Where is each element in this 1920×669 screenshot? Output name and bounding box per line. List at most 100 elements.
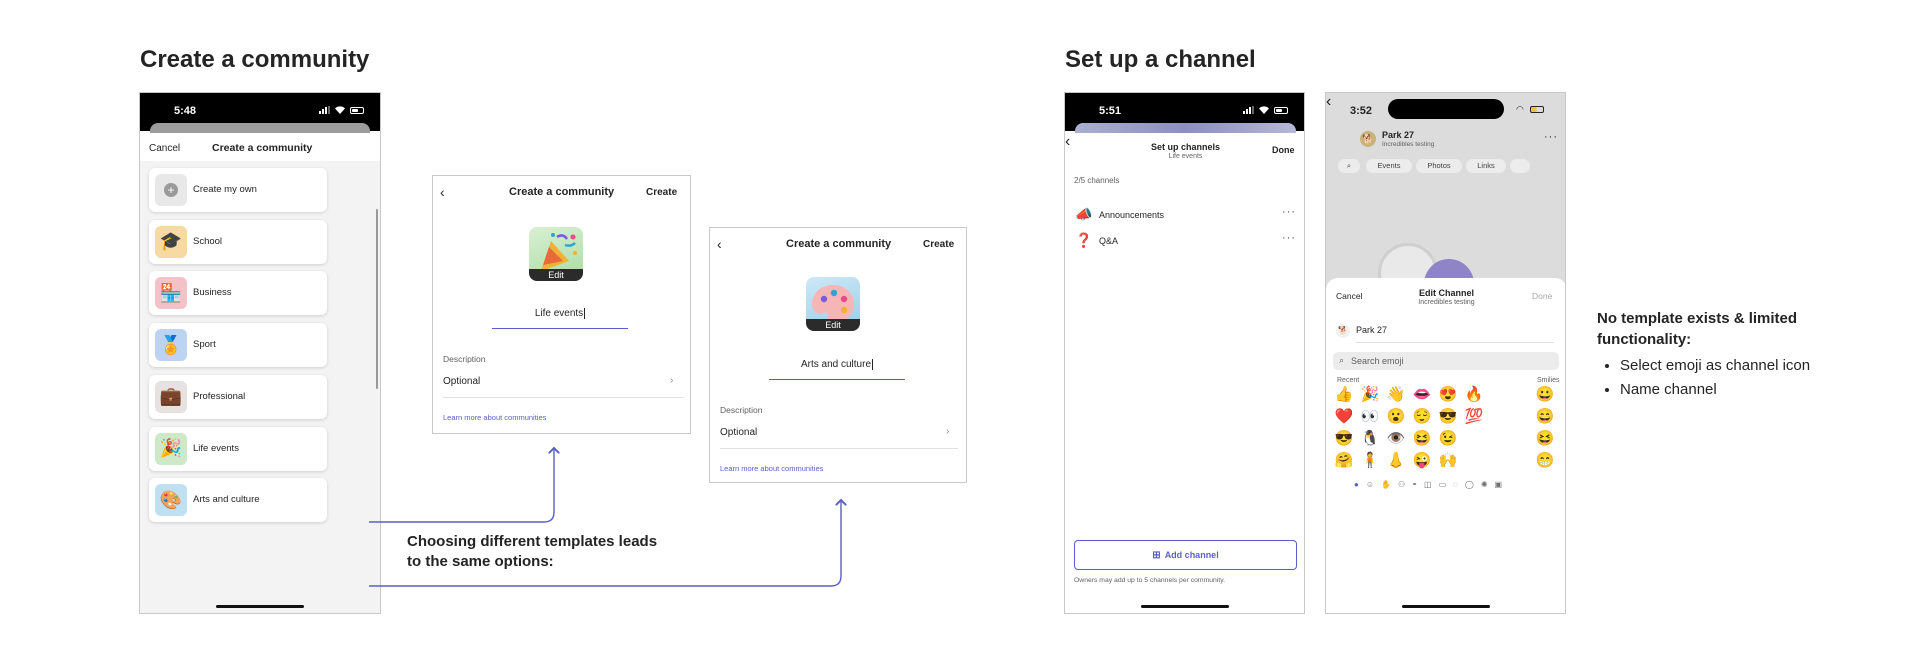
home-indicator	[1402, 605, 1490, 608]
edit-label[interactable]: Edit	[806, 319, 860, 331]
activity-category-icon[interactable]: ◌	[1453, 480, 1458, 489]
divider	[1356, 342, 1554, 343]
emoji-search-input[interactable]: ⌕ Search emoji	[1333, 352, 1559, 370]
search-icon: ⌕	[1339, 355, 1345, 365]
emoji-button[interactable]: 🔥	[1461, 384, 1487, 406]
emoji-category-bar: ● ☺ ✋ ⚇ ◓ ◫ ▭ ◌ ◯ ✺ ▣	[1354, 480, 1502, 489]
panel-title: Create a community	[509, 186, 615, 198]
name-field-underline	[769, 379, 905, 380]
community-name-field[interactable]: Life events	[492, 308, 628, 319]
more-options-icon[interactable]: ···	[1282, 206, 1296, 218]
object-category-icon[interactable]: ◯	[1465, 480, 1474, 489]
signal-icon	[1243, 106, 1254, 114]
group-subtitle: Incredibles testing	[1382, 141, 1435, 148]
home-indicator	[1141, 605, 1229, 608]
back-arrow-icon[interactable]: ‹	[440, 185, 445, 199]
emoji-button[interactable]: 😜	[1409, 450, 1435, 472]
emoji-button[interactable]: 😆	[1532, 428, 1558, 450]
caption-line-1: Choosing different templates leads	[407, 533, 658, 550]
flag-category-icon[interactable]: ▣	[1495, 480, 1503, 489]
divider	[443, 397, 683, 398]
emoji-button[interactable]: 🧍	[1357, 450, 1383, 472]
done-button[interactable]: Done	[1272, 145, 1295, 155]
emoji-button[interactable]: 🎉	[1357, 384, 1383, 406]
emoji-button[interactable]: 👀	[1357, 406, 1383, 428]
group-name: Park 27	[1382, 130, 1415, 140]
emoji-button[interactable]: 😎	[1435, 406, 1461, 428]
emoji-button[interactable]: 😌	[1409, 406, 1435, 428]
emoji-button[interactable]: ❤️	[1331, 406, 1357, 428]
emoji-button[interactable]: 👃	[1383, 450, 1409, 472]
learn-more-link[interactable]: Learn more about communities	[443, 413, 546, 422]
community-avatar[interactable]: Edit	[806, 277, 860, 331]
emoji-button	[1461, 428, 1487, 450]
travel-category-icon[interactable]: ▭	[1439, 480, 1447, 489]
recent-category-icon[interactable]: ●	[1354, 480, 1359, 489]
tab-events[interactable]: Events	[1366, 159, 1412, 173]
channel-name: Q&A	[1099, 236, 1119, 246]
people-category-icon[interactable]: ⚇	[1398, 480, 1405, 489]
emoji-button[interactable]: 😮	[1383, 406, 1409, 428]
community-name-field[interactable]: Arts and culture	[769, 359, 905, 370]
emoji-button[interactable]: 😄	[1532, 406, 1558, 428]
add-channel-icon: ⊞	[1152, 550, 1161, 561]
channel-row[interactable]: 📣 Announcements ···	[1065, 202, 1304, 228]
panel-arts-culture: ‹ Create a community Create Edit Arts an…	[709, 227, 967, 483]
tab-files[interactable]	[1510, 159, 1530, 173]
back-arrow-icon[interactable]: ‹	[717, 237, 722, 251]
back-arrow-icon[interactable]: ‹	[1065, 133, 1070, 150]
caption-line-2: to the same options:	[407, 553, 554, 570]
emoji-button[interactable]: 🐧	[1357, 428, 1383, 450]
description-field[interactable]: Optional	[443, 376, 480, 387]
emoji-button[interactable]: 😎	[1331, 428, 1357, 450]
tab-links[interactable]: Links	[1466, 159, 1506, 173]
emoji-button[interactable]: 🤗	[1331, 450, 1357, 472]
more-options-icon[interactable]: ···	[1544, 131, 1558, 143]
smilies-category-icon[interactable]: ☺	[1366, 480, 1374, 489]
animal-category-icon[interactable]: ◓	[1412, 480, 1417, 489]
search-placeholder: Search emoji	[1351, 356, 1404, 366]
search-pill[interactable]: ⌕	[1338, 159, 1360, 173]
emoji-button[interactable]: 👄	[1409, 384, 1435, 406]
dynamic-island	[1388, 99, 1504, 119]
wifi-icon: ◠	[1516, 104, 1524, 114]
symbol-category-icon[interactable]: ✺	[1481, 480, 1488, 489]
channel-name-field[interactable]: Park 27	[1356, 325, 1387, 335]
emoji-button[interactable]: 😉	[1435, 428, 1461, 450]
channels-sheet: ‹ Set up channels Life events Done 2/5 c…	[1065, 133, 1304, 613]
emoji-button[interactable]: 💯	[1461, 406, 1487, 428]
emoji-button	[1461, 450, 1487, 472]
food-category-icon[interactable]: ◫	[1424, 480, 1432, 489]
create-button[interactable]: Create	[923, 239, 954, 250]
caption: Choosing different templates leads to th…	[407, 532, 657, 572]
emoji-button[interactable]: 👁️	[1383, 428, 1409, 450]
name-field-underline	[492, 328, 628, 329]
emoji-button[interactable]: 👍	[1331, 384, 1357, 406]
notes-title: No template exists & limited functionali…	[1597, 308, 1797, 350]
done-button[interactable]: Done	[1532, 291, 1552, 301]
channel-row[interactable]: ❓ Q&A ···	[1065, 228, 1304, 254]
cancel-button[interactable]: Cancel	[1336, 291, 1362, 301]
more-options-icon[interactable]: ···	[1282, 232, 1296, 244]
emoji-button[interactable]: 👋	[1383, 384, 1409, 406]
create-button[interactable]: Create	[646, 187, 677, 198]
emoji-button[interactable]: 😀	[1532, 384, 1558, 406]
emoji-button[interactable]: 😆	[1409, 428, 1435, 450]
notes-list: Select emoji as channel iconName channel	[1600, 354, 1810, 402]
channel-icon[interactable]: 🐕	[1336, 324, 1350, 338]
question-icon: ❓	[1075, 232, 1093, 248]
emoji-button[interactable]: 😍	[1435, 384, 1461, 406]
phone-set-up-channels: 5:51 ‹ Set up channels Life events Done …	[1064, 92, 1305, 614]
edit-label[interactable]: Edit	[529, 269, 583, 281]
back-arrow-icon[interactable]: ‹	[1326, 93, 1331, 110]
add-channel-button[interactable]: ⊞ Add channel	[1074, 540, 1297, 570]
learn-more-link[interactable]: Learn more about communities	[720, 464, 823, 473]
emoji-button[interactable]: 🙌	[1435, 450, 1461, 472]
description-field[interactable]: Optional	[720, 427, 757, 438]
panel-life-events: ‹ Create a community Create Edit Life ev…	[432, 175, 691, 434]
emoji-button[interactable]: 😁	[1532, 450, 1558, 472]
tab-photos[interactable]: Photos	[1416, 159, 1462, 173]
hand-category-icon[interactable]: ✋	[1381, 480, 1391, 489]
community-avatar[interactable]: Edit	[529, 227, 583, 281]
notes-title-line-1: No template exists & limited	[1597, 310, 1798, 327]
